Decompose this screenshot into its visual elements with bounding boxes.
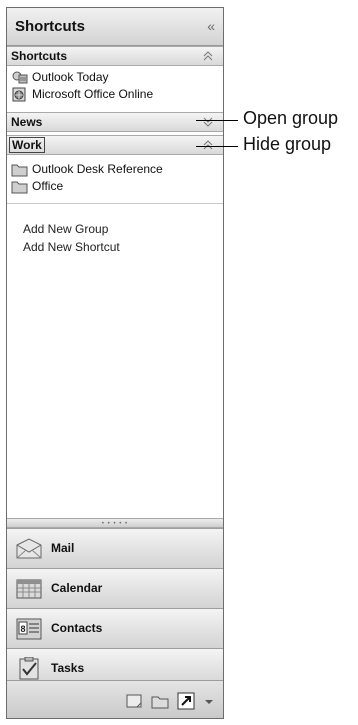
pane-title: Shortcuts — [15, 18, 86, 35]
shortcut-label: Outlook Today — [32, 70, 109, 84]
folder-list-icon[interactable] — [151, 692, 169, 710]
nav-button-contacts[interactable]: 8 Contacts — [7, 608, 223, 648]
configure-buttons-dropdown-icon[interactable] — [203, 692, 215, 710]
group-header-news[interactable]: News — [7, 112, 223, 132]
collapse-pane-button[interactable]: « — [207, 18, 215, 34]
group-title-shortcuts: Shortcuts — [11, 49, 68, 63]
calendar-icon — [16, 579, 42, 599]
bottom-toolbar — [7, 680, 223, 718]
expand-chevron-icon[interactable] — [203, 116, 213, 128]
tasks-icon — [19, 657, 39, 680]
svg-text:8: 8 — [21, 624, 26, 634]
grip-dots-icon: • • • • • — [101, 521, 129, 527]
group-title-work[interactable]: Work — [9, 137, 45, 153]
add-new-group-link[interactable]: Add New Group — [23, 222, 108, 236]
nav-label-mail: Mail — [51, 541, 75, 555]
nav-button-calendar[interactable]: Calendar — [7, 568, 223, 608]
callout-line-hide-group — [196, 146, 238, 147]
divider — [7, 203, 223, 204]
shortcut-label: Office — [32, 179, 64, 193]
outlook-today-icon — [12, 71, 28, 83]
callout-hide-group: Hide group — [243, 134, 332, 154]
group-header-shortcuts[interactable]: Shortcuts — [7, 46, 223, 66]
navigation-pane: Shortcuts « Shortcuts Outlook Today Micr… — [6, 7, 224, 719]
pane-header: Shortcuts « — [7, 8, 223, 46]
group-header-work[interactable]: Work — [7, 135, 223, 155]
shortcut-label: Microsoft Office Online — [32, 87, 154, 101]
shortcut-label: Outlook Desk Reference — [32, 162, 163, 176]
folder-icon — [11, 164, 28, 176]
shortcut-office[interactable]: Office — [11, 178, 63, 194]
pane-splitter[interactable]: • • • • • — [7, 518, 223, 528]
notes-icon[interactable] — [125, 692, 143, 710]
callout-open-group: Open group — [243, 108, 339, 128]
contacts-icon: 8 — [16, 618, 42, 640]
office-online-icon — [12, 87, 26, 101]
group-title-news: News — [11, 115, 43, 129]
folder-icon — [11, 181, 28, 193]
collapse-chevron-icon[interactable] — [203, 50, 213, 62]
nav-label-calendar: Calendar — [51, 581, 103, 595]
shortcut-outlook-desk-reference[interactable]: Outlook Desk Reference — [11, 161, 163, 177]
nav-label-tasks: Tasks — [51, 661, 85, 675]
nav-label-contacts: Contacts — [51, 621, 103, 635]
mail-icon — [16, 538, 42, 559]
shortcut-outlook-today[interactable]: Outlook Today — [11, 69, 109, 85]
callout-line-open-group — [196, 120, 238, 121]
shortcut-microsoft-office-online[interactable]: Microsoft Office Online — [11, 86, 153, 102]
shortcuts-icon[interactable] — [177, 692, 195, 710]
nav-button-mail[interactable]: Mail — [7, 528, 223, 568]
collapse-chevron-icon[interactable] — [203, 139, 213, 151]
add-new-shortcut-link[interactable]: Add New Shortcut — [23, 240, 120, 254]
